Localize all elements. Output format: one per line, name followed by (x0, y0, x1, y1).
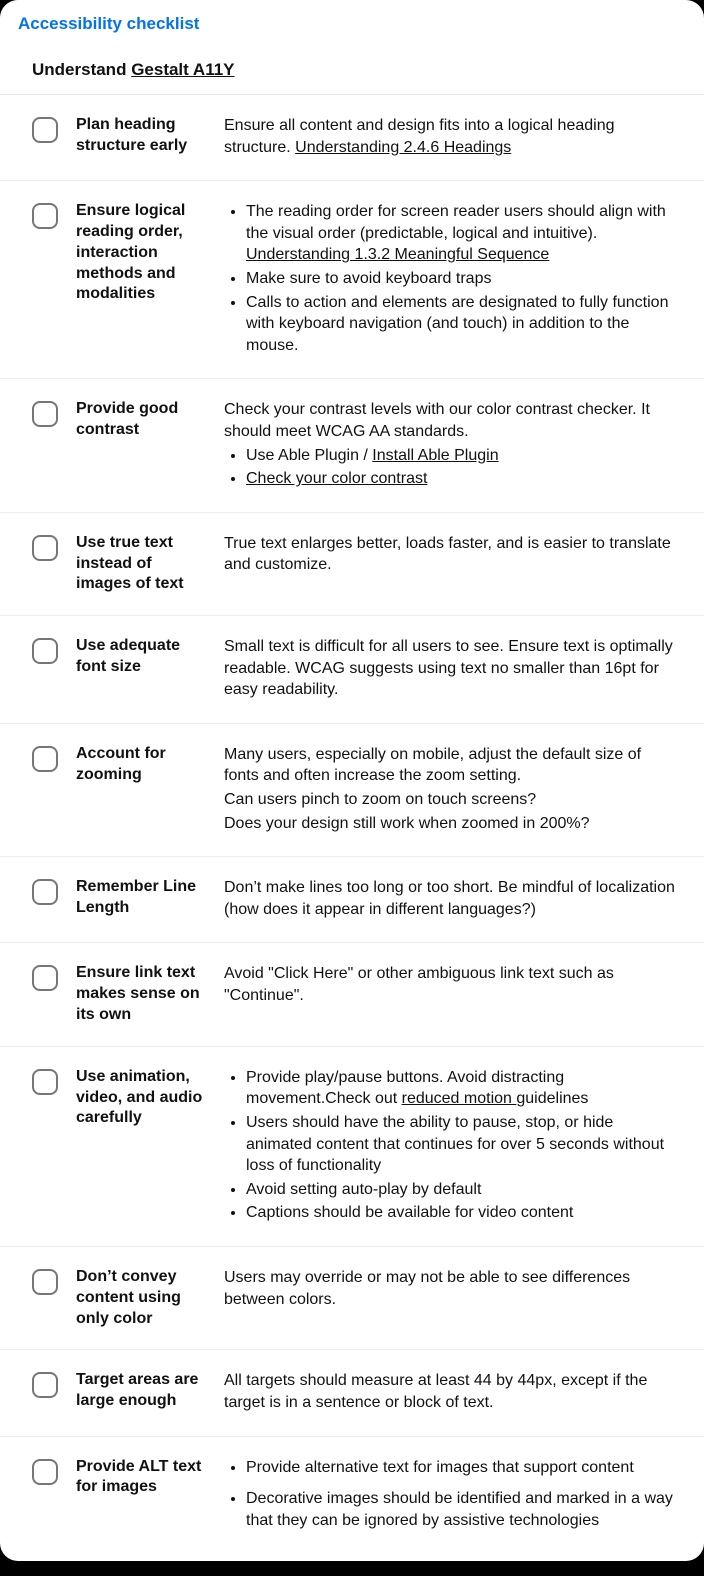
item-description: Don’t make lines too long or too short. … (224, 877, 680, 922)
checklist-item: Ensure logical reading order, interactio… (0, 181, 704, 379)
bullet: Use Able Plugin / Install Able Plugin (246, 445, 680, 467)
item-description: Many users, especially on mobile, adjust… (224, 744, 680, 836)
checklist-item: Remember Line Length Don’t make lines too… (0, 857, 704, 943)
item-label: Remember Line Length (76, 877, 206, 919)
checkbox[interactable] (32, 746, 58, 772)
bullet: Users should have the ability to pause, … (246, 1112, 680, 1177)
item-label: Use adequate font size (76, 636, 206, 678)
checklist-item: Plan heading structure early Ensure all c… (0, 95, 704, 181)
item-label: Ensure logical reading order, interactio… (76, 201, 206, 305)
checklist-item: Use adequate font size Small text is diff… (0, 616, 704, 724)
checklist-item: Use animation, video, and audio carefull… (0, 1047, 704, 1247)
checkbox[interactable] (32, 117, 58, 143)
subtitle: Understand Gestalt A11Y (0, 46, 704, 95)
item-description: Check your contrast levels with our colo… (224, 399, 680, 491)
checklist-item: Don’t convey content using only color Use… (0, 1247, 704, 1350)
bullet: Make sure to avoid keyboard traps (246, 268, 680, 290)
checkbox[interactable] (32, 203, 58, 229)
checklist-item: Provide good contrast Check your contrast… (0, 379, 704, 512)
checkbox[interactable] (32, 1372, 58, 1398)
link[interactable]: reduced motion (402, 1090, 517, 1107)
checklist-item: Provide ALT text for images Provide alter… (0, 1437, 704, 1562)
checkbox[interactable] (32, 1459, 58, 1485)
item-description: Ensure all content and design fits into … (224, 115, 680, 160)
item-label: Provide ALT text for images (76, 1457, 206, 1499)
checklist-panel: Accessibility checklist Understand Gesta… (0, 0, 704, 1561)
item-label: Use true text instead of images of text (76, 533, 206, 595)
item-description: All targets should measure at least 44 b… (224, 1370, 680, 1415)
checklist-item: Target areas are large enough All targets… (0, 1350, 704, 1436)
link[interactable]: Install Able Plugin (372, 447, 498, 464)
item-label: Plan heading structure early (76, 115, 206, 157)
item-label: Use animation, video, and audio carefull… (76, 1067, 206, 1129)
item-description: Users may override or may not be able to… (224, 1267, 680, 1312)
checklist-item: Account for zooming Many users, especiall… (0, 724, 704, 857)
item-description: Small text is difficult for all users to… (224, 636, 680, 703)
item-description: Provide play/pause buttons. Avoid distra… (224, 1067, 680, 1226)
bullet: Calls to action and elements are designa… (246, 292, 680, 357)
link[interactable]: Understanding 2.4.6 Headings (295, 139, 511, 156)
item-label: Ensure link text makes sense on its own (76, 963, 206, 1025)
item-description: The reading order for screen reader user… (224, 201, 680, 358)
checkbox[interactable] (32, 638, 58, 664)
bullet: Captions should be available for video c… (246, 1202, 680, 1224)
checkbox[interactable] (32, 879, 58, 905)
checkbox[interactable] (32, 965, 58, 991)
checklist-item: Use true text instead of images of text T… (0, 513, 704, 616)
checkbox[interactable] (32, 1269, 58, 1295)
item-description: True text enlarges better, loads faster,… (224, 533, 680, 578)
subtitle-link[interactable]: Gestalt A11Y (131, 60, 234, 79)
bullet: Check your color contrast (246, 468, 680, 490)
link[interactable]: Check your color contrast (246, 470, 427, 487)
item-label: Don’t convey content using only color (76, 1267, 206, 1329)
checkbox[interactable] (32, 535, 58, 561)
bullet: The reading order for screen reader user… (246, 201, 680, 266)
bullet: Decorative images should be identified a… (246, 1488, 680, 1531)
link[interactable]: Understanding 1.3.2 Meaningful Sequence (246, 246, 549, 263)
tab-accessibility-checklist[interactable]: Accessibility checklist (0, 0, 217, 46)
item-description: Avoid "Click Here" or other ambiguous li… (224, 963, 680, 1008)
checkbox[interactable] (32, 401, 58, 427)
subtitle-prefix: Understand (32, 60, 131, 79)
bullet: Avoid setting auto-play by default (246, 1179, 680, 1201)
item-label: Provide good contrast (76, 399, 206, 441)
bullet: Provide play/pause buttons. Avoid distra… (246, 1067, 680, 1110)
bullet: Provide alternative text for images that… (246, 1457, 680, 1479)
item-label: Account for zooming (76, 744, 206, 786)
item-description: Provide alternative text for images that… (224, 1457, 680, 1542)
item-label: Target areas are large enough (76, 1370, 206, 1412)
checklist-item: Ensure link text makes sense on its own A… (0, 943, 704, 1046)
checkbox[interactable] (32, 1069, 58, 1095)
